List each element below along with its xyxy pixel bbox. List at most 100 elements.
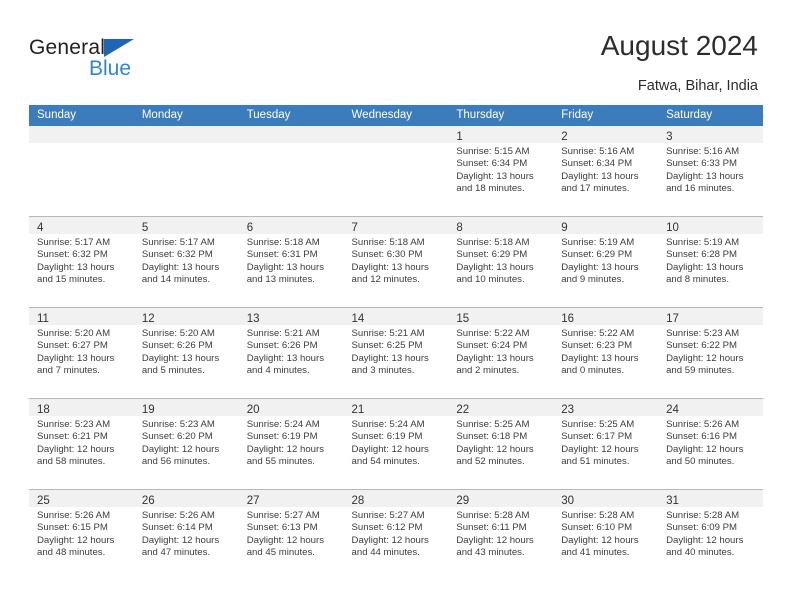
day-cell: 6 Sunrise: 5:18 AM Sunset: 6:31 PM Daylight…: [238, 217, 344, 307]
day-number-band: 13: [238, 308, 344, 325]
day-cell: 28 Sunrise: 5:27 AM Sunset: 6:12 PM Dayligh…: [343, 490, 449, 580]
calendar-cell-day[interactable]: 27 Sunrise: 5:27 AM Sunset: 6:13 PM Dayligh…: [238, 489, 344, 580]
day-number-band: 24: [658, 399, 763, 416]
sunset-text: Sunset: 6:29 PM: [456, 249, 528, 261]
day-details: Sunrise: 5:28 AM Sunset: 6:10 PM Daylight:…: [553, 507, 658, 560]
calendar-cell-day[interactable]: 21 Sunrise: 5:24 AM Sunset: 6:19 PM Dayligh…: [343, 398, 449, 490]
calendar-cell-day[interactable]: 13 Sunrise: 5:21 AM Sunset: 6:26 PM Dayligh…: [238, 307, 344, 399]
day-number-band: 16: [553, 308, 659, 325]
day-number-band: 22: [448, 399, 554, 416]
day-cell: 5 Sunrise: 5:17 AM Sunset: 6:32 PM Daylight…: [133, 217, 239, 307]
daylight-text: Daylight: 13 hours: [141, 261, 220, 273]
day-details: [29, 143, 134, 146]
day-number: 25: [37, 495, 50, 507]
day-details: Sunrise: 5:25 AM Sunset: 6:18 PM Daylight:…: [448, 416, 553, 469]
calendar-cell-day[interactable]: 14 Sunrise: 5:21 AM Sunset: 6:25 PM Dayligh…: [343, 307, 449, 399]
daylight-text: and 16 minutes.: [666, 183, 735, 195]
day-cell: 4 Sunrise: 5:17 AM Sunset: 6:32 PM Daylight…: [29, 217, 134, 307]
calendar-cell-day[interactable]: 1 Sunrise: 5:15 AM Sunset: 6:34 PM Daylight…: [448, 126, 554, 217]
day-cell: [29, 126, 134, 216]
calendar-cell-day[interactable]: 12 Sunrise: 5:20 AM Sunset: 6:26 PM Dayligh…: [133, 307, 239, 399]
calendar-cell-day[interactable]: 10 Sunrise: 5:19 AM Sunset: 6:28 PM Dayligh…: [658, 216, 763, 308]
sunset-text: Sunset: 6:30 PM: [351, 249, 423, 261]
day-cell: 24 Sunrise: 5:26 AM Sunset: 6:16 PM Dayligh…: [658, 399, 763, 489]
daylight-text: Daylight: 13 hours: [351, 352, 429, 364]
sunset-text: Sunset: 6:11 PM: [456, 522, 527, 534]
calendar-cell-day[interactable]: 25 Sunrise: 5:26 AM Sunset: 6:15 PM Dayligh…: [29, 489, 134, 580]
calendar-cell-day[interactable]: 16 Sunrise: 5:22 AM Sunset: 6:23 PM Dayligh…: [553, 307, 659, 399]
sunset-text: Sunset: 6:25 PM: [351, 340, 423, 352]
calendar-cell-day[interactable]: 15 Sunrise: 5:22 AM Sunset: 6:24 PM Dayligh…: [448, 307, 554, 399]
calendar-cell-day[interactable]: 30 Sunrise: 5:28 AM Sunset: 6:10 PM Dayligh…: [553, 489, 659, 580]
calendar-cell-day[interactable]: 3 Sunrise: 5:16 AM Sunset: 6:33 PM Daylight…: [658, 126, 763, 217]
daylight-text: and 10 minutes.: [456, 274, 525, 286]
day-details: Sunrise: 5:20 AM Sunset: 6:27 PM Daylight:…: [29, 325, 134, 378]
sunrise-text: Sunrise: 5:20 AM: [141, 328, 215, 339]
calendar-cell-day[interactable]: 24 Sunrise: 5:26 AM Sunset: 6:16 PM Dayligh…: [658, 398, 763, 490]
general-blue-logo[interactable]: General Blue: [29, 36, 249, 86]
calendar-cell-day[interactable]: 4 Sunrise: 5:17 AM Sunset: 6:32 PM Daylight…: [29, 216, 134, 308]
calendar-cell-day[interactable]: 18 Sunrise: 5:23 AM Sunset: 6:21 PM Dayligh…: [29, 398, 134, 490]
day-details: Sunrise: 5:28 AM Sunset: 6:09 PM Daylight:…: [658, 507, 763, 560]
day-cell: 12 Sunrise: 5:20 AM Sunset: 6:26 PM Dayligh…: [133, 308, 239, 398]
calendar-cell-day[interactable]: 26 Sunrise: 5:26 AM Sunset: 6:14 PM Dayligh…: [133, 489, 239, 580]
sunset-text: Sunset: 6:33 PM: [666, 158, 737, 170]
day-details: Sunrise: 5:22 AM Sunset: 6:23 PM Daylight:…: [553, 325, 658, 378]
day-number: 27: [246, 495, 260, 507]
calendar-cell-day[interactable]: 29 Sunrise: 5:28 AM Sunset: 6:11 PM Dayligh…: [448, 489, 554, 580]
daylight-text: and 52 minutes.: [456, 456, 525, 468]
calendar-cell-empty: [133, 126, 239, 217]
day-details: Sunrise: 5:24 AM Sunset: 6:19 PM Daylight:…: [239, 416, 344, 469]
sunrise-text: Sunrise: 5:19 AM: [561, 237, 635, 248]
day-number: 10: [666, 222, 679, 234]
sunset-text: Sunset: 6:23 PM: [561, 340, 633, 352]
calendar-cell-day[interactable]: 5 Sunrise: 5:17 AM Sunset: 6:32 PM Daylight…: [133, 216, 239, 308]
calendar-cell-empty: [238, 126, 344, 217]
daylight-text: and 14 minutes.: [141, 274, 211, 286]
day-details: Sunrise: 5:18 AM Sunset: 6:29 PM Daylight:…: [448, 234, 553, 287]
sunrise-text: Sunrise: 5:17 AM: [37, 237, 111, 248]
calendar-cell-day[interactable]: 8 Sunrise: 5:18 AM Sunset: 6:29 PM Daylight…: [448, 216, 554, 308]
sunset-text: Sunset: 6:13 PM: [246, 522, 318, 534]
day-number: 20: [246, 404, 260, 416]
sunset-text: Sunset: 6:14 PM: [141, 522, 213, 534]
day-cell: 1 Sunrise: 5:15 AM Sunset: 6:34 PM Daylight…: [448, 126, 554, 216]
day-number: 18: [37, 404, 50, 416]
day-number: 6: [246, 222, 254, 234]
daylight-text: Daylight: 13 hours: [666, 170, 744, 182]
daylight-text: Daylight: 12 hours: [456, 443, 534, 455]
sunset-text: Sunset: 6:15 PM: [37, 522, 108, 534]
calendar-cell-day[interactable]: 9 Sunrise: 5:19 AM Sunset: 6:29 PM Daylight…: [553, 216, 659, 308]
calendar-cell-day[interactable]: 28 Sunrise: 5:27 AM Sunset: 6:12 PM Dayligh…: [343, 489, 449, 580]
sunrise-text: Sunrise: 5:22 AM: [561, 328, 635, 339]
calendar-week-row: 11 Sunrise: 5:20 AM Sunset: 6:27 PM Dayligh…: [29, 307, 763, 399]
day-number-band: 12: [133, 308, 239, 325]
calendar-cell-day[interactable]: 22 Sunrise: 5:25 AM Sunset: 6:18 PM Dayligh…: [448, 398, 554, 490]
day-cell: 20 Sunrise: 5:24 AM Sunset: 6:19 PM Dayligh…: [238, 399, 344, 489]
daylight-text: and 47 minutes.: [141, 547, 211, 559]
sunrise-text: Sunrise: 5:17 AM: [141, 237, 215, 248]
calendar-cell-day[interactable]: 20 Sunrise: 5:24 AM Sunset: 6:19 PM Dayligh…: [238, 398, 344, 490]
day-number-band: 5: [133, 217, 239, 234]
day-cell: 7 Sunrise: 5:18 AM Sunset: 6:30 PM Daylight…: [343, 217, 449, 307]
daylight-text: Daylight: 12 hours: [456, 534, 534, 546]
calendar-cell-day[interactable]: 23 Sunrise: 5:25 AM Sunset: 6:17 PM Dayligh…: [553, 398, 659, 490]
logo-text-blue: Blue: [89, 57, 132, 80]
calendar-cell-day[interactable]: 11 Sunrise: 5:20 AM Sunset: 6:27 PM Dayligh…: [29, 307, 134, 399]
sunrise-text: Sunrise: 5:26 AM: [666, 419, 740, 430]
sunset-text: Sunset: 6:31 PM: [246, 249, 318, 261]
calendar-cell-day[interactable]: 2 Sunrise: 5:16 AM Sunset: 6:34 PM Daylight…: [553, 126, 659, 217]
calendar-week-row: 18 Sunrise: 5:23 AM Sunset: 6:21 PM Dayligh…: [29, 398, 763, 490]
day-number-band: [343, 126, 449, 143]
day-number-band: 30: [553, 490, 659, 507]
calendar-cell-day[interactable]: 7 Sunrise: 5:18 AM Sunset: 6:30 PM Daylight…: [343, 216, 449, 308]
day-number-band: 31: [658, 490, 763, 507]
day-details: Sunrise: 5:26 AM Sunset: 6:15 PM Daylight:…: [29, 507, 134, 560]
calendar-cell-day[interactable]: 19 Sunrise: 5:23 AM Sunset: 6:20 PM Dayligh…: [133, 398, 239, 490]
calendar-cell-day[interactable]: 6 Sunrise: 5:18 AM Sunset: 6:31 PM Daylight…: [238, 216, 344, 308]
calendar-cell-day[interactable]: 17 Sunrise: 5:23 AM Sunset: 6:22 PM Dayligh…: [658, 307, 763, 399]
day-details: Sunrise: 5:15 AM Sunset: 6:34 PM Daylight:…: [448, 143, 553, 196]
daylight-text: and 48 minutes.: [37, 547, 106, 559]
calendar-cell-day[interactable]: 31 Sunrise: 5:28 AM Sunset: 6:09 PM Dayligh…: [658, 489, 763, 580]
daylight-text: and 55 minutes.: [246, 456, 315, 468]
